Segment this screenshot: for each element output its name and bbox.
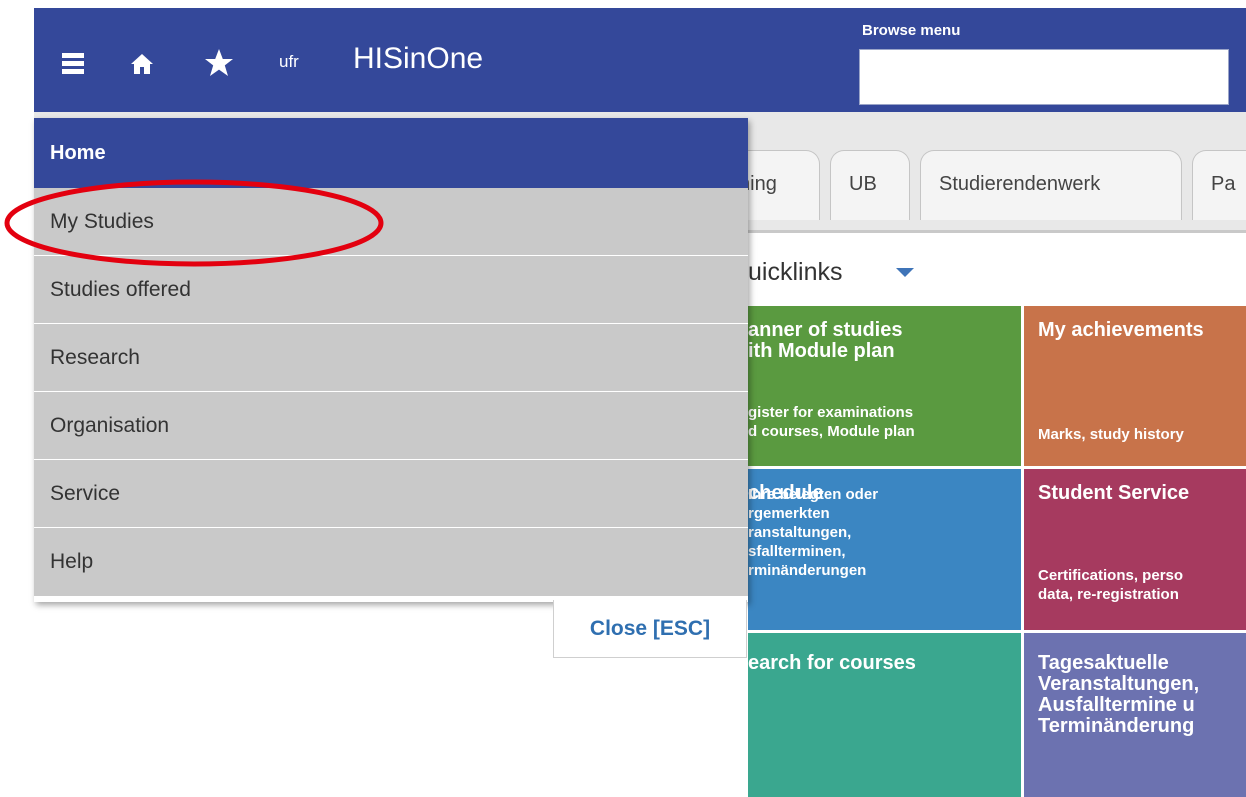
menu-item-service[interactable]: Service — [34, 460, 748, 528]
university-logo[interactable]: ufr — [279, 52, 299, 72]
tab-divider — [748, 230, 1246, 233]
tab-pa[interactable]: Pa — [1192, 150, 1246, 220]
tile-planner-of-studies[interactable]: anner of studies ith Module plan gister … — [748, 306, 1021, 466]
tab-ub[interactable]: UB — [830, 150, 910, 220]
tile-description: gister for examinations d courses, Modul… — [748, 404, 915, 440]
tab-studierendenwerk[interactable]: Studierendenwerk — [920, 150, 1182, 220]
home-icon[interactable] — [130, 53, 154, 75]
tile-description: Marks, study history — [1038, 426, 1184, 443]
browse-menu-label: Browse menu — [862, 22, 961, 39]
tile-title: earch for courses — [748, 652, 916, 674]
app-title[interactable]: HISinOne — [353, 42, 483, 76]
tile-schedule[interactable]: chedule Ihre belegten oder rgemerkten ra… — [748, 469, 1021, 630]
tile-current-events[interactable]: Tagesaktuelle Veranstaltungen, Ausfallte… — [1024, 633, 1246, 797]
star-icon[interactable] — [204, 48, 234, 78]
tile-title: anner of studies ith Module plan — [748, 319, 903, 362]
menu-item-organisation[interactable]: Organisation — [34, 392, 748, 460]
menu-item-research[interactable]: Research — [34, 324, 748, 392]
browse-menu-input[interactable] — [859, 49, 1229, 105]
close-menu-button[interactable]: Close [ESC] — [553, 600, 747, 658]
caret-down-icon[interactable] — [896, 268, 914, 277]
highlight-ellipse — [4, 179, 384, 267]
hamburger-icon[interactable] — [62, 52, 84, 74]
tile-title: My achievements — [1038, 319, 1204, 341]
tile-search-for-courses[interactable]: earch for courses — [748, 633, 1021, 797]
tile-description: Ihre belegten oder rgemerkten ranstaltun… — [748, 486, 879, 579]
tile-description: Certifications, perso data, re-registrat… — [1038, 567, 1184, 603]
menu-item-help[interactable]: Help — [34, 528, 748, 596]
quicklinks-heading[interactable]: uicklinks — [748, 258, 842, 287]
tile-student-service[interactable]: Student Service Certifications, perso da… — [1024, 469, 1246, 630]
tile-my-achievements[interactable]: My achievements Marks, study history — [1024, 306, 1246, 466]
tile-title: Student Service — [1038, 482, 1190, 504]
tile-title: Tagesaktuelle Veranstaltungen, Ausfallte… — [1038, 652, 1200, 737]
